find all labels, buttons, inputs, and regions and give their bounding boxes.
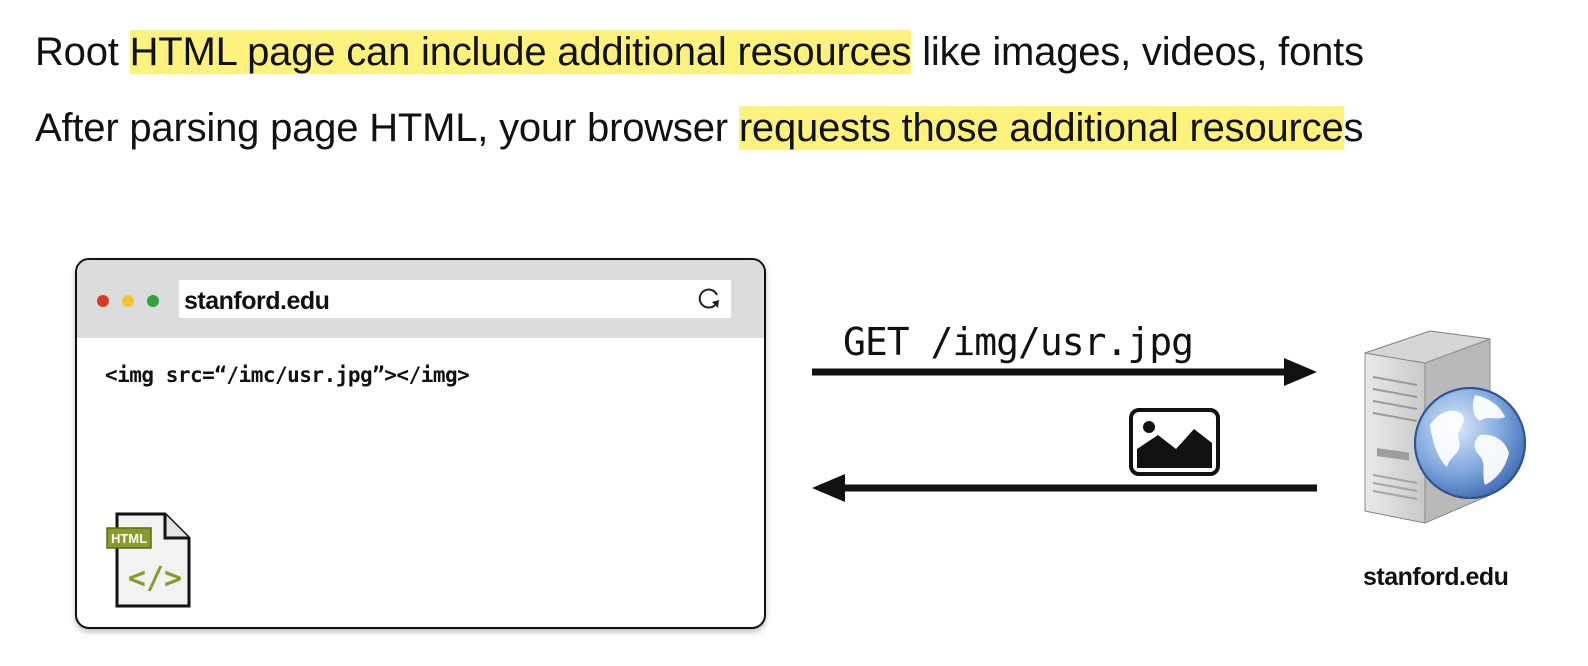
line1-before: Root	[35, 30, 130, 74]
server-icon	[1364, 330, 1526, 524]
maximize-window-dot[interactable]	[147, 295, 159, 307]
close-window-dot[interactable]	[97, 295, 109, 307]
reload-icon[interactable]	[695, 285, 723, 313]
line1-after: like images, videos, fonts	[911, 30, 1364, 74]
minimize-window-dot[interactable]	[122, 295, 134, 307]
server-label: stanford.edu	[1363, 563, 1509, 591]
line2-after: s	[1343, 106, 1364, 150]
heading-line-2: After parsing page HTML, your browser re…	[35, 104, 1364, 152]
address-bar[interactable]: stanford.edu	[179, 280, 731, 318]
code-glyph-text: </>	[128, 561, 182, 596]
line2-before: After parsing page HTML, your browser	[35, 106, 739, 150]
html-badge-text: HTML	[111, 531, 147, 546]
html-code-line: <img src=“/imc/usr.jpg”></img>	[105, 363, 470, 387]
globe-icon	[1414, 387, 1526, 499]
browser-window: stanford.edu <img src=“/imc/usr.jpg”></i…	[75, 258, 766, 629]
address-bar-url: stanford.edu	[184, 287, 330, 315]
heading-line-1: Root HTML page can include additional re…	[35, 28, 1364, 76]
browser-titlebar: stanford.edu	[77, 260, 764, 338]
response-arrow	[812, 474, 1317, 502]
image-icon	[1129, 408, 1220, 476]
line1-highlight: HTML page can include additional resourc…	[129, 30, 912, 74]
request-arrow	[812, 358, 1317, 386]
html-file-icon: HTML </>	[106, 512, 191, 608]
line2-highlight: requests those additional resource	[738, 106, 1344, 150]
